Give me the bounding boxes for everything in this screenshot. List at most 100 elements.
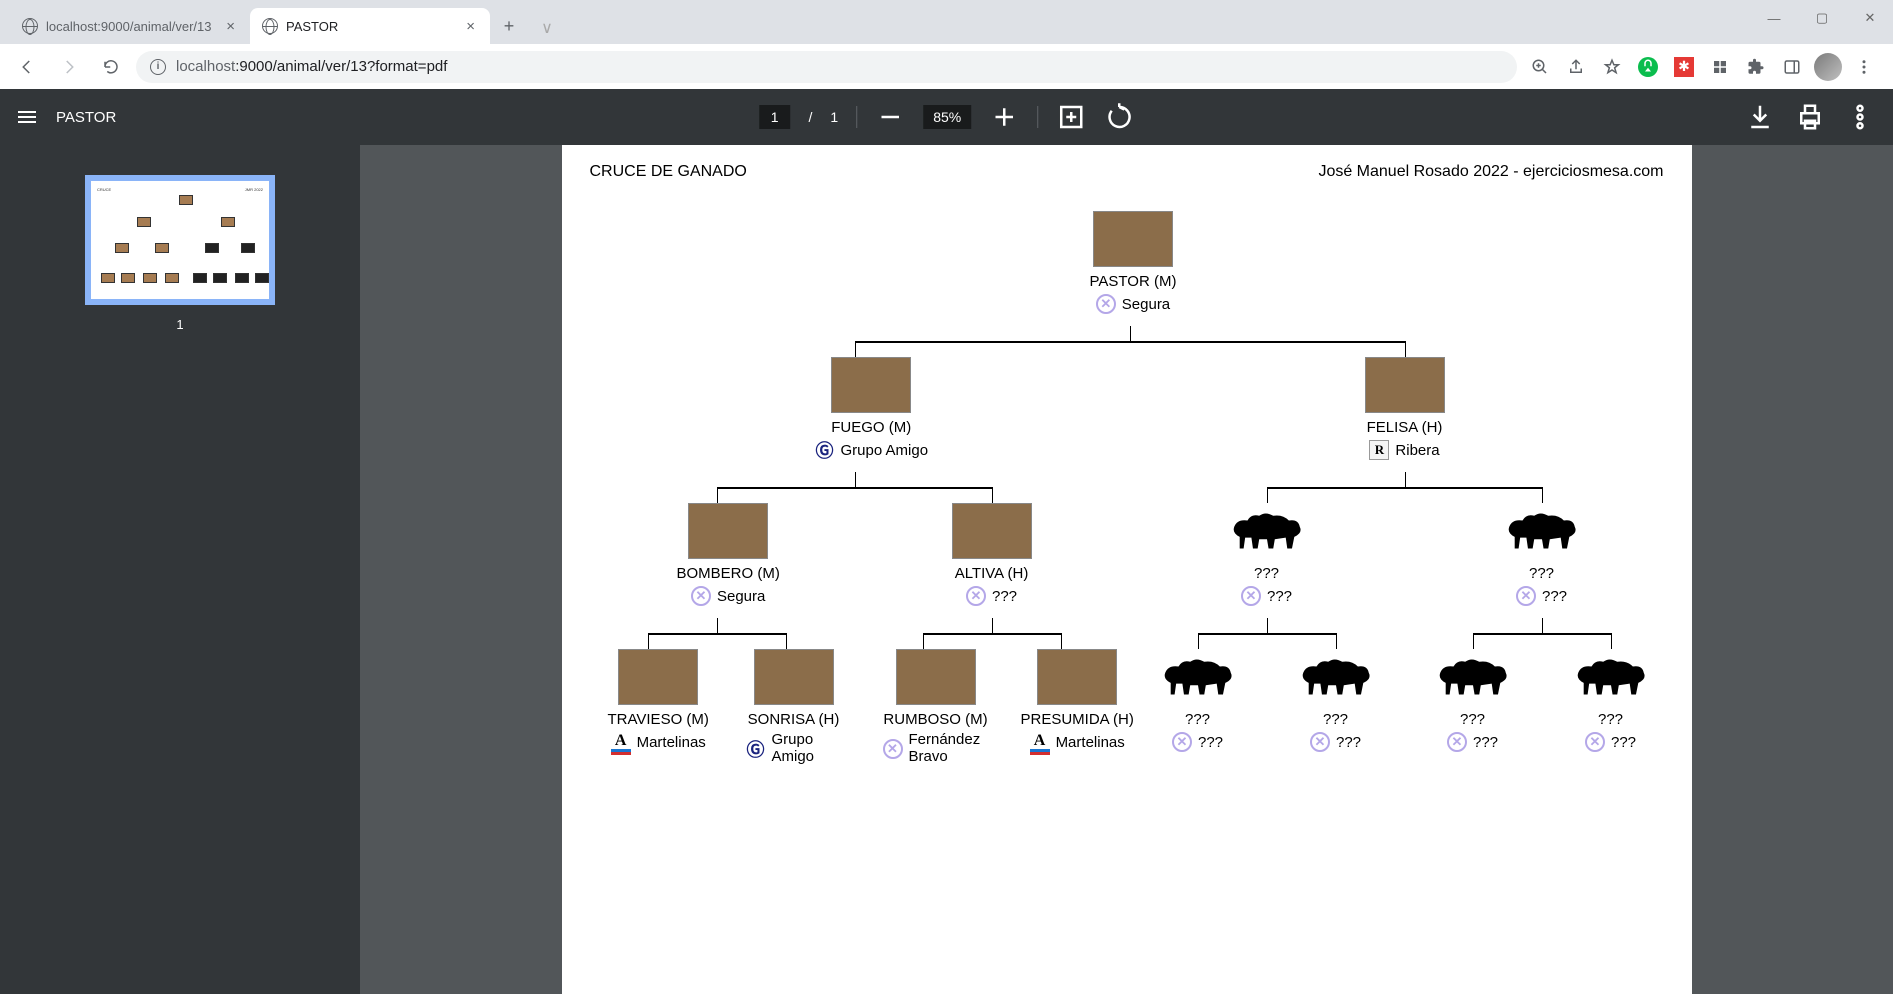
node-fuego: FUEGO (M) ⒼGrupo Amigo [815, 357, 929, 460]
brand-icon: Ⓖ [746, 739, 766, 759]
brand-icon: Ⓖ [815, 440, 835, 460]
node-unknown: ??? ✕??? [1158, 649, 1238, 752]
animal-silhouette-icon [1433, 649, 1513, 705]
node-travieso: TRAVIESO (M) AMartelinas [608, 649, 709, 752]
extensions-puzzle-icon[interactable] [1741, 52, 1771, 82]
node-unknown: ??? ✕??? [1571, 649, 1651, 752]
animal-silhouette-icon [1227, 503, 1307, 559]
node-unknown: ??? ✕??? [1227, 503, 1307, 606]
pdf-page-area[interactable]: CRUCE DE GANADO José Manuel Rosado 2022 … [360, 145, 1893, 994]
browser-chrome: localhost:9000/animal/ver/13 × PASTOR × … [0, 0, 1893, 89]
new-tab-button[interactable]: + [494, 11, 524, 41]
profile-avatar[interactable] [1813, 52, 1843, 82]
zoom-in-button[interactable] [989, 102, 1019, 132]
brand-icon: ✕ [1516, 586, 1536, 606]
animal-photo [1037, 649, 1117, 705]
brand-icon: ✕ [691, 586, 711, 606]
brand-icon: ✕ [1310, 732, 1330, 752]
animal-photo [618, 649, 698, 705]
globe-icon [262, 18, 278, 34]
animal-silhouette-icon [1158, 649, 1238, 705]
doc-title: CRUCE DE GANADO [590, 163, 747, 181]
brand-icon: ✕ [883, 739, 903, 759]
pdf-title: PASTOR [56, 109, 116, 126]
close-window-button[interactable]: ✕ [1847, 2, 1893, 34]
brand-icon: ✕ [1096, 294, 1116, 314]
share-icon[interactable] [1561, 52, 1591, 82]
url-text: localhost:9000/animal/ver/13?format=pdf [176, 58, 447, 75]
reload-button[interactable] [94, 50, 128, 84]
window-controls: — ▢ ✕ [1751, 0, 1893, 34]
pdf-menu-button[interactable] [1845, 102, 1875, 132]
toolbar-separator [856, 106, 857, 128]
address-bar[interactable]: i localhost:9000/animal/ver/13?format=pd… [136, 51, 1517, 83]
animal-photo [831, 357, 911, 413]
tab-strip: localhost:9000/animal/ver/13 × PASTOR × … [0, 0, 1893, 44]
animal-silhouette-icon [1296, 649, 1376, 705]
node-bombero: BOMBERO (M) ✕Segura [677, 503, 780, 606]
brand-icon: ✕ [1241, 586, 1261, 606]
maximize-button[interactable]: ▢ [1799, 2, 1845, 34]
extension-green-icon[interactable] [1633, 52, 1663, 82]
browser-tab-inactive[interactable]: localhost:9000/animal/ver/13 × [10, 8, 250, 44]
close-icon[interactable]: × [463, 18, 478, 35]
brand-icon: R [1369, 440, 1389, 460]
back-button[interactable] [10, 50, 44, 84]
page-separator: / [809, 109, 813, 125]
pedigree-tree: PASTOR (M) ✕Segura FUEGO (M) ⒼGrupo Amig… [590, 211, 1664, 851]
hamburger-icon[interactable] [18, 108, 36, 126]
zoom-icon[interactable] [1525, 52, 1555, 82]
node-unknown: ??? ✕??? [1433, 649, 1513, 752]
toolbar-actions: ✱ [1525, 52, 1883, 82]
animal-silhouette-icon [1571, 649, 1651, 705]
tab-title: PASTOR [286, 19, 455, 34]
pdf-toolbar: PASTOR 1 / 1 85% [0, 89, 1893, 145]
brand-icon: ✕ [1447, 732, 1467, 752]
fit-page-button[interactable] [1056, 102, 1086, 132]
animal-photo [1365, 357, 1445, 413]
bookmark-star-icon[interactable] [1597, 52, 1627, 82]
brand-icon: A [1030, 732, 1050, 752]
node-felisa: FELISA (H) RRibera [1365, 357, 1445, 460]
doc-credit: José Manuel Rosado 2022 - ejerciciosmesa… [1318, 163, 1663, 181]
brand-icon: ✕ [1585, 732, 1605, 752]
tab-overflow-icon[interactable]: ∨ [524, 12, 570, 44]
node-unknown: ??? ✕??? [1296, 649, 1376, 752]
brand-icon: A [611, 732, 631, 752]
tab-title: localhost:9000/animal/ver/13 [46, 19, 215, 34]
node-presumida: PRESUMIDA (H) AMartelinas [1021, 649, 1134, 752]
node-unknown: ??? ✕??? [1502, 503, 1582, 606]
animal-photo [896, 649, 976, 705]
print-button[interactable] [1795, 102, 1825, 132]
toolbar-separator [1037, 106, 1038, 128]
thumbnail-number: 1 [176, 317, 183, 332]
site-info-icon[interactable]: i [150, 59, 166, 75]
zoom-out-button[interactable] [875, 102, 905, 132]
pdf-body: CRUCEJMR 2022 [0, 145, 1893, 994]
page-number-input[interactable]: 1 [759, 105, 791, 129]
address-bar-row: i localhost:9000/animal/ver/13?format=pd… [0, 44, 1893, 89]
page-thumbnail[interactable]: CRUCEJMR 2022 [85, 175, 275, 305]
browser-tab-active[interactable]: PASTOR × [250, 8, 490, 44]
thumbnail-sidebar: CRUCEJMR 2022 [0, 145, 360, 994]
animal-photo [754, 649, 834, 705]
animal-photo [1093, 211, 1173, 267]
pdf-page: CRUCE DE GANADO José Manuel Rosado 2022 … [562, 145, 1692, 994]
animal-silhouette-icon [1502, 503, 1582, 559]
side-panel-icon[interactable] [1777, 52, 1807, 82]
browser-menu-icon[interactable] [1849, 52, 1879, 82]
download-button[interactable] [1745, 102, 1775, 132]
node-pastor: PASTOR (M) ✕Segura [1090, 211, 1177, 314]
rotate-button[interactable] [1104, 102, 1134, 132]
minimize-button[interactable]: — [1751, 2, 1797, 34]
node-rumboso: RUMBOSO (M) ✕Fernández Bravo [883, 649, 989, 765]
brand-icon: ✕ [1172, 732, 1192, 752]
extension-grey-icon[interactable] [1705, 52, 1735, 82]
extension-red-icon[interactable]: ✱ [1669, 52, 1699, 82]
close-icon[interactable]: × [223, 18, 238, 35]
zoom-level[interactable]: 85% [923, 105, 971, 129]
forward-button[interactable] [52, 50, 86, 84]
globe-icon [22, 18, 38, 34]
brand-icon: ✕ [966, 586, 986, 606]
animal-photo [688, 503, 768, 559]
